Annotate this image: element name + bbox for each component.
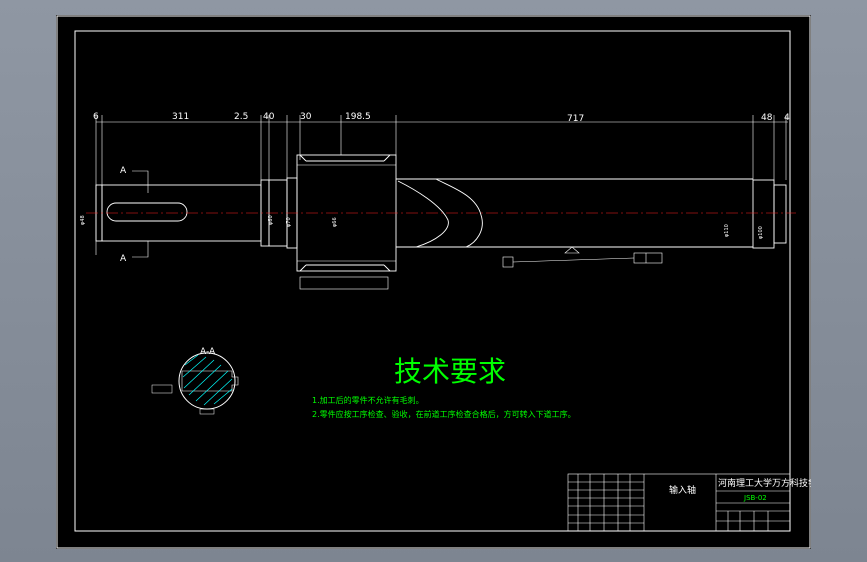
tech-requirement-1: 1.加工后的零件不允许有毛刺。	[312, 395, 424, 405]
section-a-bottom: A	[120, 254, 127, 264]
dim-30: 30	[300, 112, 312, 122]
dim-198-5: 198.5	[345, 112, 371, 122]
section-markers	[132, 170, 149, 258]
title-school: 河南理工大学万方科技学院	[718, 477, 811, 489]
dim-311: 311	[172, 112, 189, 122]
dim-2-5: 2.5	[234, 112, 248, 122]
tolerance-frames	[502, 246, 663, 268]
title-part-name: 输入轴	[669, 484, 696, 496]
section-a-top: A	[120, 166, 127, 176]
svg-text:φ60: φ60	[268, 215, 274, 225]
svg-text:φ110: φ110	[724, 224, 730, 237]
title-drawing-no: JSB-02	[743, 494, 767, 502]
gear-width-dim	[299, 276, 389, 290]
section-title: A-A	[200, 347, 216, 357]
drawing-sheet: 6 311 2.5 40 30 198.5 717 48 4 φ48 φ60 φ…	[56, 15, 811, 549]
dim-6: 6	[93, 112, 99, 122]
svg-text:φ66: φ66	[332, 217, 338, 227]
tech-requirement-2: 2.零件应按工序检查、验收，在前道工序检查合格后，方可转入下道工序。	[312, 409, 576, 419]
svg-text:φ48: φ48	[80, 215, 86, 225]
tech-requirements-title: 技术要求	[394, 355, 506, 388]
outer-frame	[56, 15, 811, 549]
section-view	[151, 352, 239, 415]
inner-frame	[74, 30, 791, 532]
dim-40: 40	[263, 112, 275, 122]
dim-48: 48	[761, 113, 773, 123]
svg-text:φ100: φ100	[758, 226, 764, 239]
dim-4: 4	[784, 113, 790, 123]
diameter-labels: φ48 φ60 φ70 φ66 φ110 φ100	[80, 215, 764, 239]
dim-717: 717	[567, 114, 584, 124]
svg-text:φ70: φ70	[286, 217, 292, 227]
